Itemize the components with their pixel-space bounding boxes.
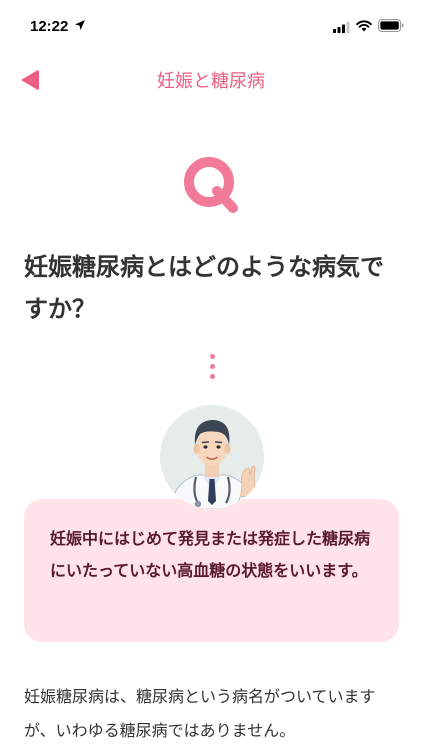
doctor-avatar [160,405,264,509]
question-title: 妊娠糖尿病とはどのような病気ですか？ [24,253,384,323]
page-title: 妊娠と糖尿病 [157,71,265,92]
dots-divider [208,354,216,380]
answer-text: 妊娠中にはじめて発見または発症した糖尿病にいたっていない高血糖の状態をいいます。 [50,529,371,580]
battery-icon [378,19,404,32]
body-text: 妊娠糖尿病は、糖尿病という病名がついていますが、いわゆる糖尿病ではありません。 [24,687,376,740]
wifi-icon [356,20,372,32]
navigation-bar: 妊娠と糖尿病 [0,54,422,104]
status-time: 12:22 [30,18,69,35]
answer-box: 妊娠中にはじめて発見または発症した糖尿病にいたっていない高血糖の状態をいいます。 [24,499,399,642]
status-bar: 12:22 [0,0,422,54]
cellular-signal-icon [333,22,350,33]
question-q-icon [184,157,238,213]
location-arrow-icon [75,20,85,30]
